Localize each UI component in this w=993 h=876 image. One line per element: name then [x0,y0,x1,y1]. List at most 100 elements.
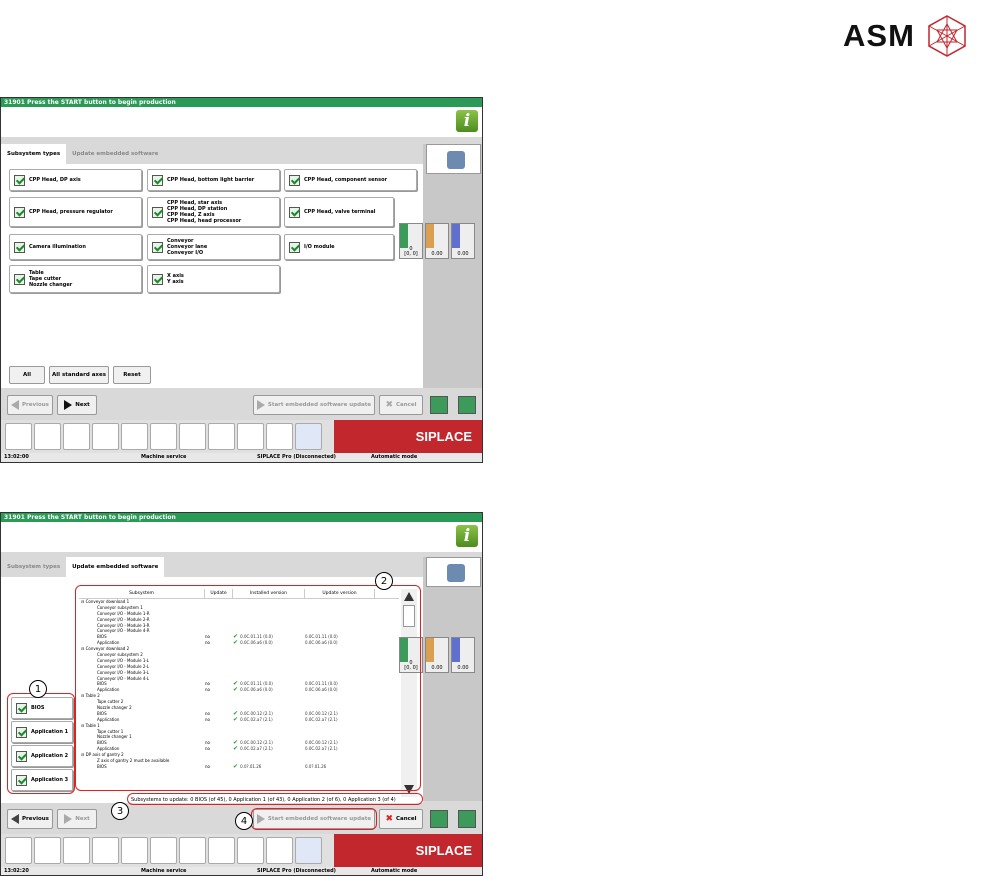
logo-text: ASM [843,18,915,53]
tab-subsystem-types[interactable]: Subsystem types [1,557,67,577]
checkbox-cpp-dp-axis[interactable]: CPP Head, DP axis [9,169,142,191]
status-mode: Automatic mode [371,454,418,460]
nav-page-icon[interactable] [430,396,448,414]
left-arrow-icon [11,400,20,410]
checkbox-label: CPP Head, component sensor [304,177,387,183]
gauge-value: 0.00 [457,251,469,257]
cancel-label: Cancel [396,402,417,408]
info-button[interactable]: i [456,110,478,132]
checkbox-icon [289,206,300,218]
machine-tab[interactable] [426,144,481,174]
camera-icon[interactable] [179,837,206,864]
next-button[interactable]: Next [57,809,97,829]
checkbox-icon [152,174,163,186]
gauge-sub: [0, 0] [404,251,418,257]
camera-icon[interactable] [179,423,206,450]
tab-update-embedded-software[interactable]: Update embedded software [66,557,165,577]
toolbar: SIPLACE [1,420,482,453]
grid-icon[interactable] [34,837,61,864]
wrench-icon[interactable] [295,837,322,864]
gauge-bar [426,224,434,248]
all-standard-axes-button[interactable]: All standard axes [49,366,109,384]
checkbox-camera-illumination[interactable]: Camera illumination [9,234,142,260]
start-update-label: Start embedded software update [267,402,372,408]
status-bar: 13:02:20 Machine service SIPLACE Pro (Di… [1,867,482,875]
brush-icon[interactable] [208,423,235,450]
checkbox-conveyor-group[interactable]: Conveyor Conveyor lane Conveyor I/O [147,234,280,260]
status-bar: 13:02:00 Machine service SIPLACE Pro (Di… [1,453,482,462]
nav-page-icon[interactable] [430,810,448,828]
nav-page-icon-2[interactable] [458,810,476,828]
toolbar: SIPLACE [1,834,482,867]
checkbox-icon [289,241,300,253]
asm-logo-icon [928,15,966,57]
callout-box-3 [127,793,423,805]
checkbox-icon [14,273,25,285]
machine-icon [447,564,465,582]
info-button[interactable]: i [456,525,478,547]
document-icon[interactable] [121,423,148,450]
cancel-button[interactable]: ✖ Cancel [379,395,423,415]
start-update-button[interactable]: Start embedded software update [253,395,375,415]
machine-tab[interactable] [426,557,481,587]
start-arrow-icon [256,400,265,410]
checkbox-icon [152,273,163,285]
right-panel [423,557,482,801]
gears-icon[interactable] [237,423,264,450]
floppy-icon[interactable] [92,837,119,864]
checkbox-xy-axis[interactable]: X axis Y axis [147,265,280,293]
checkbox-cpp-star-axis-group[interactable]: CPP Head, star axis CPP Head, DP station… [147,197,280,227]
tab-subsystem-types[interactable]: Subsystem types [1,144,67,164]
checkbox-cpp-valve-terminal[interactable]: CPP Head, valve terminal [284,197,394,227]
stack-icon[interactable] [5,423,32,450]
brush-icon[interactable] [208,837,235,864]
reset-button[interactable]: Reset [113,366,151,384]
checkbox-io-module[interactable]: I/O module [284,234,394,260]
document-icon[interactable] [121,837,148,864]
bar-chart-icon[interactable] [63,423,90,450]
callout-number-4: 4 [235,812,253,830]
gears-icon[interactable] [237,837,264,864]
oil-can-icon[interactable] [266,837,293,864]
oil-can-icon[interactable] [266,423,293,450]
previous-label: Previous [22,816,49,822]
wrench-icon[interactable] [295,423,322,450]
checkbox-cpp-bottom-light-barrier[interactable]: CPP Head, bottom light barrier [147,169,280,191]
checkbox-label: CPP Head, DP axis [29,177,81,183]
status-siplace-pro: SIPLACE Pro (Disconnected) [257,454,336,460]
gauge-value: 0.00 [431,251,443,257]
line-chart-icon[interactable] [150,423,177,450]
checkbox-label: CPP Head, valve terminal [304,209,376,215]
all-button[interactable]: All [9,366,45,384]
tab-update-embedded-software[interactable]: Update embedded software [66,144,165,164]
message-area [1,522,482,552]
checkbox-cpp-component-sensor[interactable]: CPP Head, component sensor [284,169,417,191]
line-chart-icon[interactable] [150,837,177,864]
floppy-icon[interactable] [92,423,119,450]
nav-page-icon-2[interactable] [458,396,476,414]
machine-icon [447,151,465,169]
status-siplace-pro: SIPLACE Pro (Disconnected) [257,868,336,874]
stack-icon[interactable] [5,837,32,864]
callout-box-1 [7,693,75,794]
next-button[interactable]: Next [57,395,97,415]
status-service: Machine service [141,868,187,874]
callout-box-2 [75,585,421,791]
checkbox-cpp-pressure-regulator[interactable]: CPP Head, pressure regulator [9,197,142,227]
cancel-button[interactable]: ✖ Cancel [379,809,423,829]
checkbox-label: CPP Head, pressure regulator [29,209,113,215]
grid-icon[interactable] [34,423,61,450]
checkbox-label: I/O module [304,244,335,250]
gauge-rate: 0.00 [425,223,449,259]
subsystem-panel: CPP Head, DP axis CPP Head, bottom light… [1,164,423,388]
screenshot-subsystem-types: 31901 Press the START button to begin pr… [0,97,483,463]
bar-chart-icon[interactable] [63,837,90,864]
next-label: Next [75,402,90,408]
checkbox-table-group[interactable]: Table Tape cutter Nozzle changer [9,265,142,293]
status-service: Machine service [141,454,187,460]
previous-button[interactable]: Previous [7,809,53,829]
gauge-counter: 0 [0, 0] [399,223,423,259]
gauge-bar [426,638,434,662]
previous-button[interactable]: Previous [7,395,53,415]
gauge-rate-2: 0.00 [451,637,475,673]
